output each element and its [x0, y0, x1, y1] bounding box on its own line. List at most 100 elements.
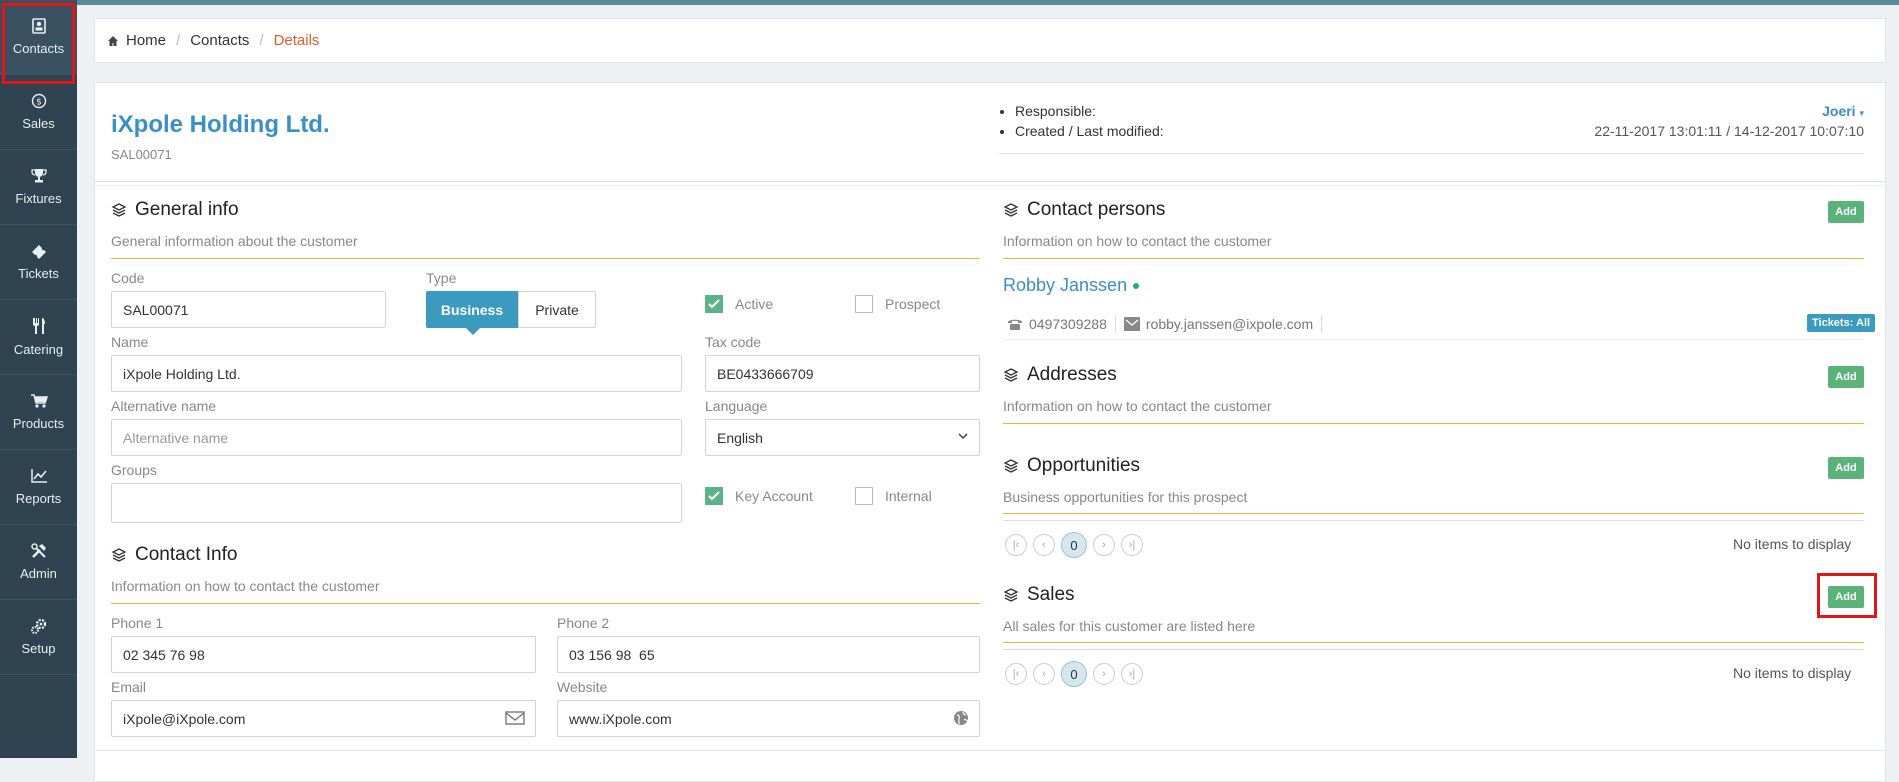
- alternative-name-placeholder: Alternative name: [123, 429, 229, 446]
- current-page[interactable]: 0: [1061, 661, 1087, 687]
- code-label: Code: [111, 270, 145, 286]
- add-address-button[interactable]: Add: [1828, 366, 1864, 388]
- sidebar-item-tickets[interactable]: Tickets: [0, 225, 77, 300]
- responsible-label: Responsible:: [1015, 103, 1096, 119]
- internal-checkbox[interactable]: Internal: [855, 487, 932, 505]
- current-page[interactable]: 0: [1061, 532, 1087, 558]
- section-title-text: Sales: [1027, 584, 1075, 605]
- contact-person-email[interactable]: robby.janssen@ixpole.com: [1146, 316, 1313, 332]
- sidebar-item-label: Catering: [13, 342, 64, 357]
- contact-persons-subtitle: Information on how to contact the custom…: [1003, 233, 1272, 249]
- email-value: iXpole@iXpole.com: [123, 710, 246, 727]
- sidebar-item-admin[interactable]: Admin: [0, 525, 77, 600]
- page-title: iXpole Holding Ltd.: [111, 111, 330, 138]
- layers-icon: [111, 203, 127, 217]
- cart-icon: [30, 393, 48, 412]
- key-account-label: Key Account: [735, 488, 813, 504]
- layers-icon: [1003, 203, 1019, 217]
- sidebar-item-catering[interactable]: Catering: [0, 300, 77, 375]
- website-field[interactable]: www.iXpole.com: [557, 700, 980, 737]
- tax-code-field[interactable]: BE0433666709: [705, 355, 980, 392]
- active-checkbox[interactable]: Active: [705, 295, 773, 313]
- contact-info-title: Contact Info: [111, 544, 237, 566]
- sidebar-nav: Contacts $ Sales Fixtures Tickets Cateri…: [0, 0, 77, 758]
- sidebar-item-fixtures[interactable]: Fixtures: [0, 150, 77, 225]
- breadcrumb: Home / Contacts / Details: [94, 18, 1886, 63]
- active-label: Active: [735, 296, 774, 312]
- sales-title: Sales: [1003, 584, 1075, 606]
- unchecked-box: [855, 295, 873, 313]
- created-value: 22-11-2017 13:01:11 / 14-12-2017 10:07:1…: [1594, 123, 1864, 139]
- phone1-label: Phone 1: [111, 615, 164, 631]
- general-info-title: General info: [111, 199, 239, 221]
- website-value: www.iXpole.com: [569, 710, 672, 727]
- last-page-icon[interactable]: ›|: [1121, 534, 1143, 556]
- prospect-checkbox[interactable]: Prospect: [855, 295, 940, 313]
- phone2-field[interactable]: 03 156 98 65: [557, 636, 980, 673]
- next-page-icon[interactable]: ›: [1093, 663, 1115, 685]
- breadcrumb-separator: /: [259, 32, 264, 49]
- key-account-checkbox[interactable]: Key Account: [705, 487, 813, 505]
- sidebar-item-label: Fixtures: [15, 191, 62, 206]
- opportunities-pager: |‹ ‹ 0 › ›|: [1005, 532, 1149, 558]
- section-divider: [111, 603, 980, 604]
- name-field[interactable]: iXpole Holding Ltd.: [111, 355, 682, 392]
- type-business-button[interactable]: Business: [426, 291, 518, 335]
- first-page-icon[interactable]: |‹: [1005, 663, 1027, 685]
- prev-page-icon[interactable]: ‹: [1033, 534, 1055, 556]
- highlight-box-add-sale: [1817, 573, 1877, 618]
- prospect-label: Prospect: [885, 296, 941, 312]
- add-opportunity-button[interactable]: Add: [1828, 457, 1864, 479]
- tickets-badge[interactable]: Tickets: All: [1807, 314, 1876, 332]
- prev-page-icon[interactable]: ‹: [1033, 663, 1055, 685]
- opportunities-subtitle: Business opportunities for this prospect: [1003, 489, 1248, 505]
- contact-person-phone: 0497309288: [1029, 316, 1107, 332]
- divider: [999, 153, 1864, 154]
- breadcrumb-home-link[interactable]: Home: [126, 32, 166, 49]
- opportunities-empty-text: No items to display: [1733, 536, 1852, 552]
- envelope-icon[interactable]: [505, 710, 525, 729]
- phone2-label: Phone 2: [557, 615, 610, 631]
- phone2-value: 03 156 98 65: [569, 646, 655, 663]
- tools-icon: [30, 543, 48, 562]
- groups-field[interactable]: [111, 483, 682, 523]
- sidebar-item-reports[interactable]: Reports: [0, 450, 77, 525]
- sidebar-item-setup[interactable]: Setup: [0, 600, 77, 675]
- layers-icon: [1003, 459, 1019, 473]
- svg-text:$: $: [36, 98, 42, 108]
- last-page-icon[interactable]: ›|: [1121, 663, 1143, 685]
- responsible-dropdown[interactable]: Joeri ▾: [1822, 103, 1864, 119]
- breadcrumb-contacts-link[interactable]: Contacts: [190, 32, 249, 49]
- contact-person-link[interactable]: Robby Janssen: [1003, 275, 1140, 296]
- internal-label: Internal: [885, 488, 932, 504]
- groups-label: Groups: [111, 462, 157, 478]
- name-value: iXpole Holding Ltd.: [123, 365, 241, 382]
- tax-code-value: BE0433666709: [717, 365, 814, 382]
- ticket-icon: [30, 243, 48, 262]
- globe-icon[interactable]: [953, 710, 969, 729]
- first-page-icon[interactable]: |‹: [1005, 534, 1027, 556]
- trophy-icon: [30, 168, 48, 187]
- cutlery-icon: [31, 317, 47, 338]
- dollar-coin-icon: $: [31, 93, 47, 112]
- email-field[interactable]: iXpole@iXpole.com: [111, 700, 536, 737]
- sidebar-item-label: Setup: [21, 641, 56, 656]
- sidebar-item-sales[interactable]: $ Sales: [0, 75, 77, 150]
- divider: [1321, 315, 1323, 333]
- layers-icon: [1003, 368, 1019, 382]
- language-select[interactable]: English: [705, 419, 980, 456]
- divider: [1003, 520, 1864, 521]
- meta-info: Responsible: Joeri ▾ Created / Last modi…: [999, 103, 1864, 143]
- type-private-button[interactable]: Private: [518, 291, 596, 328]
- phone1-field[interactable]: 02 345 76 98: [111, 636, 536, 673]
- divider: [1114, 315, 1116, 333]
- code-field[interactable]: SAL00071: [111, 291, 386, 328]
- next-page-icon[interactable]: ›: [1093, 534, 1115, 556]
- code-value: SAL00071: [123, 301, 189, 318]
- responsible-value: Joeri: [1822, 103, 1856, 119]
- type-label: Type: [426, 270, 457, 286]
- alternative-name-field[interactable]: Alternative name: [111, 419, 682, 456]
- check-icon: [705, 295, 723, 313]
- sidebar-item-products[interactable]: Products: [0, 375, 77, 450]
- add-contact-person-button[interactable]: Add: [1828, 201, 1864, 223]
